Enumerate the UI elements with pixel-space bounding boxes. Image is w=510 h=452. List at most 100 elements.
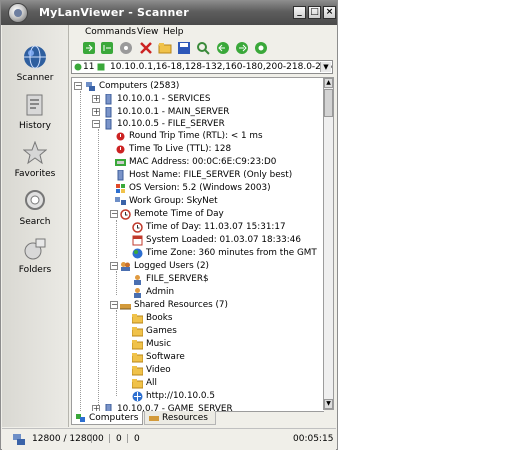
scroll-up-icon[interactable]: ▲ bbox=[324, 78, 333, 88]
tree-node-label: Round Trip Time (RTL): < 1 ms bbox=[129, 131, 263, 141]
tree-node-label: Video bbox=[146, 365, 171, 375]
tree-node-label: http://10.10.0.5 bbox=[146, 391, 215, 401]
minimize-button[interactable]: _ bbox=[293, 6, 306, 19]
tree-line bbox=[116, 310, 117, 396]
folders-icon bbox=[24, 238, 46, 260]
sidebar-item-label: Scanner bbox=[16, 73, 54, 83]
sidebar-item-scanner[interactable]: Scanner bbox=[2, 45, 68, 91]
address-input[interactable]: 10.10.0.1,16-18,128-132,160-180,200-218.… bbox=[110, 62, 332, 72]
status-count: 12800 / 12800 bbox=[32, 434, 99, 444]
status-value: 0 bbox=[134, 434, 140, 444]
tree-scrollbar[interactable]: ▲ ▼ bbox=[323, 77, 334, 410]
close-button[interactable]: × bbox=[323, 6, 336, 19]
computer-icon bbox=[105, 107, 112, 118]
folder-icon bbox=[132, 340, 143, 350]
clock-icon bbox=[132, 222, 143, 233]
windows-logo-icon bbox=[116, 184, 125, 193]
shared-folder-icon bbox=[120, 304, 131, 310]
scan-start-icon[interactable] bbox=[82, 41, 96, 55]
tree-node-label: Host Name: FILE_SERVER (Only best) bbox=[129, 170, 293, 180]
sidebar-item-search[interactable]: Search bbox=[2, 189, 68, 235]
info-red-icon bbox=[116, 145, 125, 154]
tree-node-label: Music bbox=[146, 339, 172, 349]
back-icon[interactable] bbox=[216, 41, 230, 55]
tree-node-label: Games bbox=[146, 326, 177, 336]
address-bar[interactable]: 11 10.10.0.1,16-18,128-132,160-180,200-2… bbox=[71, 60, 333, 74]
find-icon[interactable] bbox=[196, 41, 210, 55]
tree-node-label: Time To Live (TTL): 128 bbox=[129, 144, 232, 154]
calendar-icon bbox=[132, 235, 143, 246]
tree-line bbox=[116, 271, 117, 295]
sidebar-item-favorites[interactable]: Favorites bbox=[2, 141, 68, 187]
collapse-icon[interactable]: − bbox=[92, 120, 100, 128]
status-network-icon bbox=[13, 434, 25, 445]
status-value: 0 bbox=[98, 434, 104, 444]
scroll-down-icon[interactable]: ▼ bbox=[324, 399, 333, 409]
users-icon bbox=[121, 262, 130, 271]
network-icon[interactable] bbox=[119, 41, 133, 55]
folder-icon bbox=[132, 366, 143, 376]
expand-icon[interactable]: + bbox=[92, 108, 100, 116]
tab-computers[interactable]: Computers bbox=[71, 411, 143, 425]
title-bar[interactable]: MyLanViewer - Scanner _ □ × bbox=[1, 1, 337, 25]
address-green-left-icon bbox=[74, 63, 82, 71]
tree-node-label: Software bbox=[146, 352, 185, 362]
delete-icon[interactable] bbox=[139, 41, 153, 55]
settings-icon[interactable] bbox=[254, 41, 268, 55]
forward-icon[interactable] bbox=[235, 41, 249, 55]
scroll-thumb[interactable] bbox=[324, 89, 333, 117]
tree-node-label: Computers (2583) bbox=[99, 81, 180, 91]
menu-bar: Commands View Help bbox=[69, 25, 337, 40]
tab-label: Resources bbox=[162, 413, 208, 423]
expand-icon[interactable]: + bbox=[92, 95, 100, 103]
tree-node-label: OS Version: 5.2 (Windows 2003) bbox=[129, 183, 271, 193]
tree-line bbox=[98, 129, 99, 405]
address-green-right-icon bbox=[97, 63, 105, 71]
app-logo-icon[interactable] bbox=[8, 3, 28, 23]
tree-line bbox=[80, 91, 81, 411]
open-folder-icon[interactable] bbox=[158, 41, 172, 55]
computer-icon bbox=[105, 119, 112, 130]
app-window: MyLanViewer - Scanner _ □ × Scanner Hist… bbox=[0, 0, 338, 450]
tree-node-label: FILE_SERVER$ bbox=[146, 274, 209, 284]
address-dropdown-icon[interactable]: ▼ bbox=[320, 62, 331, 72]
tree-line bbox=[116, 220, 117, 258]
search-icon bbox=[25, 190, 45, 210]
menu-commands[interactable]: Commands bbox=[85, 27, 136, 37]
sidebar-item-label: Folders bbox=[18, 265, 52, 275]
collapse-icon[interactable]: − bbox=[110, 301, 118, 309]
tree-node-label: Books bbox=[146, 313, 173, 323]
maximize-button[interactable]: □ bbox=[308, 6, 321, 19]
web-link-icon bbox=[132, 391, 143, 402]
user-icon bbox=[134, 288, 141, 298]
sidebar-item-label: Search bbox=[19, 217, 51, 227]
tree-node-label: System Loaded: 01.03.07 18:33:46 bbox=[146, 235, 301, 245]
folder-icon bbox=[132, 327, 143, 337]
save-icon[interactable] bbox=[177, 41, 191, 55]
tree-node-label: All bbox=[146, 378, 157, 388]
address-count: 11 bbox=[83, 62, 95, 72]
collapse-icon[interactable]: − bbox=[110, 210, 118, 218]
status-elapsed-time: 00:05:15 bbox=[293, 434, 334, 444]
tree-node-label: Shared Resources (7) bbox=[134, 300, 228, 310]
sidebar-item-history[interactable]: History bbox=[2, 93, 68, 139]
tab-resources[interactable]: Resources bbox=[144, 411, 216, 425]
computer-icon bbox=[117, 170, 124, 181]
collapse-icon[interactable]: − bbox=[74, 82, 82, 90]
status-bar: 12800 / 12800 | 0 | 0 | 0 00:05:15 bbox=[2, 428, 336, 450]
sidebar-item-folders[interactable]: Folders bbox=[2, 237, 68, 283]
tree-node-label: Remote Time of Day bbox=[134, 209, 224, 219]
status-value: 0 bbox=[116, 434, 122, 444]
computer-tree: − Computers (2583) + 10.10.0.1 - SERVICE… bbox=[71, 77, 324, 412]
menu-view[interactable]: View bbox=[137, 27, 158, 37]
toolbar bbox=[69, 40, 337, 58]
tree-node-label: Work Group: SkyNet bbox=[129, 196, 218, 206]
menu-help[interactable]: Help bbox=[163, 27, 184, 37]
clock-icon bbox=[120, 209, 131, 220]
resources-tab-icon bbox=[149, 416, 159, 421]
tree-node-label: Logged Users (2) bbox=[134, 261, 209, 271]
collapse-icon[interactable]: − bbox=[110, 262, 118, 270]
tab-label: Computers bbox=[89, 413, 139, 423]
sidebar-item-label: Favorites bbox=[14, 169, 56, 179]
scan-next-icon[interactable] bbox=[100, 41, 114, 55]
